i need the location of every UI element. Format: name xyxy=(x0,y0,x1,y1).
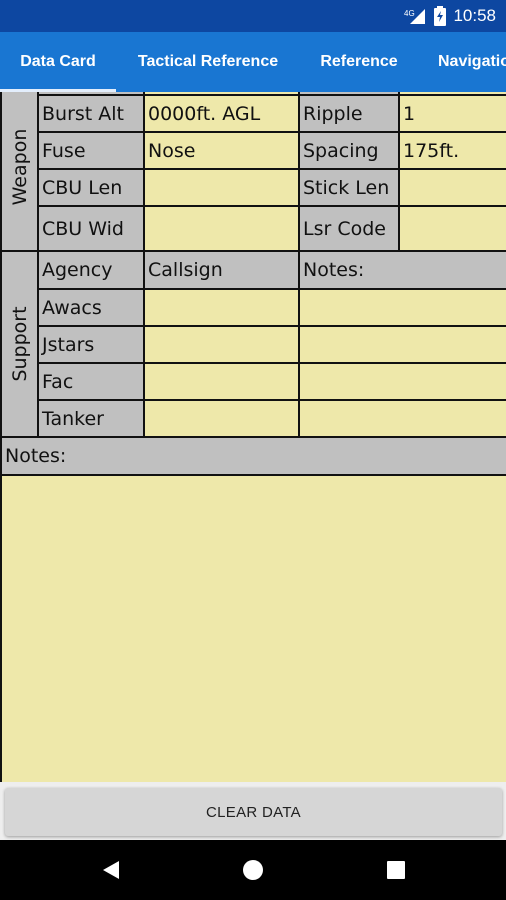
lsr-code-field[interactable] xyxy=(398,205,506,252)
tab-navigation[interactable]: Navigatio xyxy=(418,32,506,92)
battery-icon xyxy=(434,6,447,26)
burst-alt-label: Burst Alt xyxy=(37,94,145,133)
weapon-section-label: Weapon xyxy=(0,92,39,252)
cbu-len-field[interactable] xyxy=(143,168,300,207)
callsign-field[interactable] xyxy=(143,288,300,327)
signal-icon: 4G xyxy=(404,9,426,24)
ripple-label: Ripple xyxy=(298,94,400,133)
support-section-label: Support xyxy=(0,250,39,438)
cbu-len-label: CBU Len xyxy=(37,168,145,207)
lsr-code-label: Lsr Code xyxy=(298,205,400,252)
ripple-field[interactable]: 1 xyxy=(398,94,506,133)
spacing-field[interactable]: 175ft. xyxy=(398,131,506,170)
back-icon[interactable] xyxy=(101,860,121,880)
home-icon[interactable] xyxy=(243,860,263,880)
recents-icon[interactable] xyxy=(386,860,406,880)
tab-reference[interactable]: Reference xyxy=(300,32,418,92)
status-bar: 4G 10:58 xyxy=(0,0,506,32)
svg-text:4G: 4G xyxy=(404,9,415,18)
stick-len-label: Stick Len xyxy=(298,168,400,207)
navigation-bar xyxy=(0,840,506,900)
fuse-label: Fuse xyxy=(37,131,145,170)
bottom-button-area: CLEAR DATA xyxy=(0,782,506,840)
support-header-callsign: Callsign xyxy=(143,250,300,290)
tab-tactical-reference[interactable]: Tactical Reference xyxy=(116,32,300,92)
callsign-field[interactable] xyxy=(143,362,300,401)
callsign-field[interactable] xyxy=(143,325,300,364)
cbu-wid-field[interactable] xyxy=(143,205,300,252)
data-card-content[interactable]: Weapon Burst Alt 0000ft. AGL Ripple 1 Fu… xyxy=(0,92,506,782)
support-notes-field[interactable] xyxy=(298,288,506,327)
agency-label: Tanker xyxy=(37,399,145,438)
support-header-agency: Agency xyxy=(37,250,145,290)
support-header-notes: Notes: xyxy=(298,250,506,290)
tab-data-card[interactable]: Data Card xyxy=(0,32,116,92)
support-notes-field[interactable] xyxy=(298,325,506,364)
support-notes-field[interactable] xyxy=(298,399,506,438)
callsign-field[interactable] xyxy=(143,399,300,438)
support-notes-field[interactable] xyxy=(298,362,506,401)
notes-label: Notes: xyxy=(0,436,506,476)
agency-label: Awacs xyxy=(37,288,145,327)
cbu-wid-label: CBU Wid xyxy=(37,205,145,252)
status-bar-right: 4G 10:58 xyxy=(403,0,496,32)
status-time: 10:58 xyxy=(453,6,496,25)
agency-label: Fac xyxy=(37,362,145,401)
agency-label: Jstars xyxy=(37,325,145,364)
clear-data-button[interactable]: CLEAR DATA xyxy=(5,788,502,836)
notes-textarea[interactable] xyxy=(0,474,506,782)
stick-len-field[interactable] xyxy=(398,168,506,207)
burst-alt-field[interactable]: 0000ft. AGL xyxy=(143,94,300,133)
fuse-field[interactable]: Nose xyxy=(143,131,300,170)
spacing-label: Spacing xyxy=(298,131,400,170)
tab-bar: Data Card Tactical Reference Reference N… xyxy=(0,32,506,92)
